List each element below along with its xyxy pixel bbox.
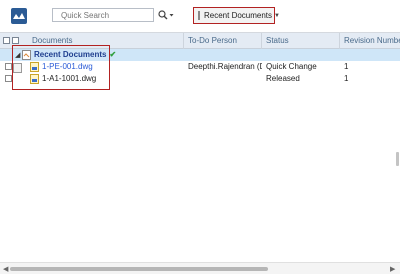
column-header-todo-person[interactable]: To-Do Person [184,33,262,49]
search-icon [158,10,174,20]
todo-person-cell: Deepthi.Rajendran (D... [188,62,262,71]
copy-icon[interactable] [12,37,19,44]
scrollbar-thumb[interactable] [10,267,268,271]
revision-cell: 1 [344,74,349,83]
document-icon [198,11,200,20]
vertical-scrollbar[interactable] [396,152,399,166]
column-header-status[interactable]: Status [262,33,340,49]
search-input[interactable] [52,8,154,22]
horizontal-scrollbar[interactable]: ◀ ▶ [0,262,400,274]
toolbar: Recent Documents ▼ [0,0,400,32]
header-select-icons[interactable] [3,37,19,44]
recent-documents-dropdown[interactable]: Recent Documents ▼ [193,7,280,24]
app-logo[interactable] [11,8,27,24]
highlight-frame [12,45,110,90]
status-cell: Quick Change [266,62,317,71]
recent-documents-label: Recent Documents [204,11,273,20]
scroll-right-icon[interactable]: ▶ [390,265,395,273]
check-icon: ✔ [109,50,117,59]
todo-person-cell [184,73,262,85]
chevron-down-icon: ▼ [274,12,280,19]
row-checkbox[interactable] [5,63,12,70]
row-checkbox[interactable] [5,75,12,82]
select-all-icon[interactable] [3,37,10,44]
revision-cell: 1 [344,62,349,71]
column-header-revision[interactable]: Revision Number [340,33,400,49]
scroll-left-icon[interactable]: ◀ [3,265,8,273]
search-button[interactable] [157,9,175,21]
status-cell: Released [266,74,300,83]
